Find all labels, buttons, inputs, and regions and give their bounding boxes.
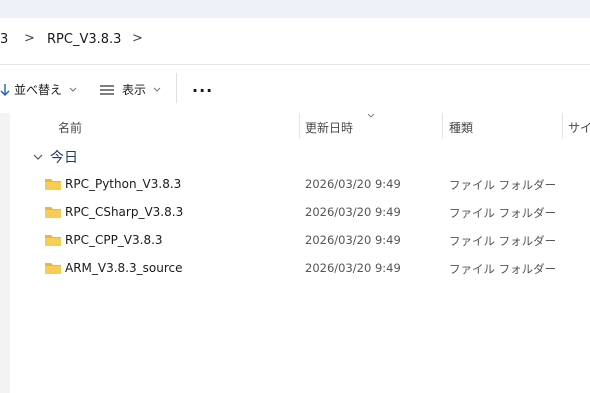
sort-arrow-icon: [0, 83, 10, 96]
file-type: ファイル フォルダー: [449, 178, 557, 192]
sort-button[interactable]: 並べ替え: [0, 81, 78, 98]
column-header-row: 名前 更新日時 種類 サイズ: [0, 113, 590, 139]
column-divider[interactable]: [562, 113, 563, 139]
file-type: ファイル フォルダー: [449, 234, 557, 248]
list-item[interactable]: RPC_CSharp_V3.8.3 2026/03/20 9:49 ファイル フ…: [0, 198, 590, 226]
breadcrumb-expand[interactable]: >: [132, 31, 143, 46]
toolbar-divider: [176, 73, 177, 103]
file-date: 2026/03/20 9:49: [305, 261, 401, 275]
chevron-down-icon: [69, 87, 77, 92]
view-label: 表示: [122, 83, 147, 97]
chevron-down-icon: [153, 87, 161, 92]
file-name: RPC_CPP_V3.8.3: [65, 233, 163, 247]
file-type: ファイル フォルダー: [449, 262, 557, 276]
folder-icon: [45, 235, 61, 246]
file-name: RPC_CSharp_V3.8.3: [65, 205, 184, 219]
breadcrumb-prev[interactable]: 3: [0, 32, 8, 47]
group-label: 今日: [50, 150, 78, 166]
list-item[interactable]: RPC_CPP_V3.8.3 2026/03/20 9:49 ファイル フォルダ…: [0, 226, 590, 254]
breadcrumb-current[interactable]: RPC_V3.8.3: [47, 32, 121, 47]
sort-indicator-icon: [367, 113, 375, 118]
title-bar-strip: [0, 0, 590, 18]
folder-icon: [45, 179, 61, 190]
column-header-size[interactable]: サイズ: [568, 119, 590, 136]
address-bar[interactable]: 3 > RPC_V3.8.3 >: [0, 18, 590, 65]
file-date: 2026/03/20 9:49: [305, 205, 401, 219]
command-bar: 並べ替え 表示 ...: [0, 65, 590, 113]
file-date: 2026/03/20 9:49: [305, 177, 401, 191]
file-type: ファイル フォルダー: [449, 206, 557, 220]
column-header-modified[interactable]: 更新日時: [305, 119, 353, 136]
group-header-today[interactable]: 今日: [32, 147, 78, 167]
breadcrumb-separator[interactable]: >: [24, 31, 35, 46]
file-name: RPC_Python_V3.8.3: [65, 177, 182, 191]
list-item[interactable]: ARM_V3.8.3_source 2026/03/20 9:49 ファイル フ…: [0, 254, 590, 282]
column-divider[interactable]: [299, 113, 300, 139]
list-item[interactable]: RPC_Python_V3.8.3 2026/03/20 9:49 ファイル フ…: [0, 170, 590, 198]
view-button[interactable]: 表示: [99, 81, 162, 98]
column-header-type[interactable]: 種類: [449, 119, 473, 136]
column-divider[interactable]: [442, 113, 443, 139]
file-date: 2026/03/20 9:49: [305, 233, 401, 247]
sort-label: 並べ替え: [14, 83, 63, 97]
view-list-icon: [100, 84, 114, 95]
chevron-down-icon: [33, 154, 43, 160]
file-name: ARM_V3.8.3_source: [65, 261, 183, 275]
more-options-button[interactable]: ...: [192, 77, 213, 96]
folder-icon: [45, 207, 61, 218]
column-header-name[interactable]: 名前: [58, 119, 82, 136]
folder-icon: [45, 263, 61, 274]
